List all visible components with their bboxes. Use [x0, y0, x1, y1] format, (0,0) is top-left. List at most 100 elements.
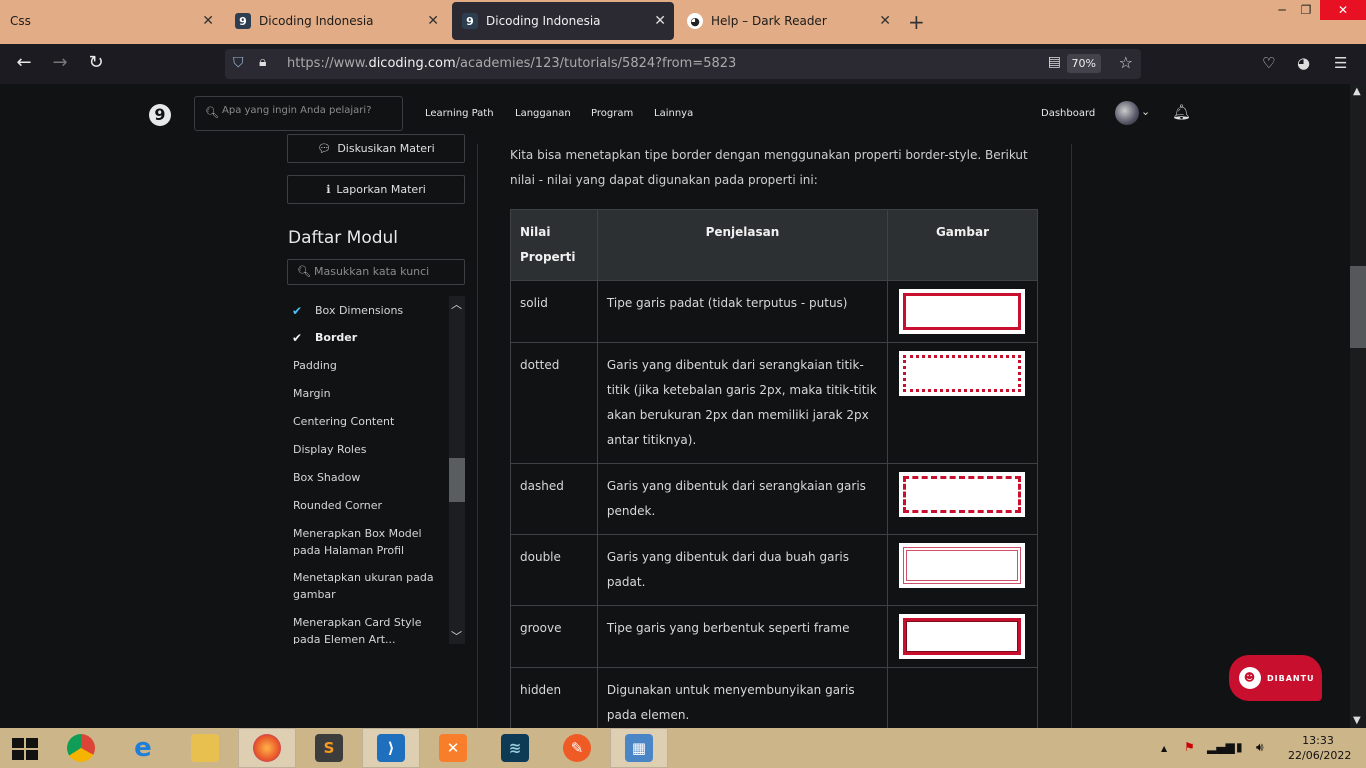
battery-icon[interactable]: ▮ — [1236, 740, 1243, 754]
scroll-down-icon[interactable]: ▼ — [1353, 715, 1361, 726]
tab-close-icon[interactable]: ✕ — [654, 13, 666, 29]
lock-icon[interactable]: 🔒︎ — [259, 54, 266, 70]
chevron-down-icon[interactable]: ﹀ — [451, 628, 462, 644]
sublime-text-icon: S — [315, 734, 343, 762]
nav-lainnya[interactable]: Lainnya — [654, 108, 693, 119]
windows-start-icon[interactable] — [12, 738, 38, 760]
restore-icon[interactable]: ❐ — [1292, 0, 1320, 20]
reload-icon[interactable]: ↻ — [84, 52, 108, 73]
module-item[interactable]: Box Dimensions — [315, 302, 449, 319]
module-item[interactable]: Rounded Corner — [293, 497, 443, 514]
scrollbar-thumb[interactable] — [449, 458, 465, 502]
bell-icon[interactable]: 🔔︎ — [1172, 103, 1191, 121]
network-error-icon[interactable]: ⚑ — [1184, 740, 1195, 754]
shield-icon[interactable]: ⛉ — [233, 55, 244, 71]
taskbar-edge[interactable]: e — [114, 728, 172, 768]
nav-dashboard[interactable]: Dashboard — [1041, 108, 1095, 119]
module-item[interactable]: Menetapkan ukuran pada gambar — [293, 569, 443, 603]
module-search-input[interactable] — [314, 265, 459, 278]
module-list-scrollbar[interactable]: ︿ ﹀ — [449, 296, 465, 644]
chevron-up-icon[interactable]: ︿ — [451, 296, 462, 312]
property-description: Garis yang dibentuk dari serangkaian gar… — [596, 463, 888, 535]
module-item[interactable]: Margin — [293, 385, 443, 402]
sample-cell — [886, 534, 1039, 606]
pocket-icon[interactable]: ♡ — [1262, 54, 1275, 72]
browser-tab-strip: Css ✕ 9 Dicoding Indonesia ✕ 9 Dicoding … — [0, 0, 1366, 44]
nav-langganan[interactable]: Langganan — [515, 108, 571, 119]
module-item[interactable]: Display Roles — [293, 441, 443, 458]
taskbar-control-panel[interactable]: ▦ — [610, 728, 668, 768]
taskbar-clock[interactable]: 13:33 22/06/2022 — [1288, 733, 1352, 763]
tab-close-icon[interactable]: ✕ — [202, 13, 214, 29]
window-close-icon[interactable]: ✕ — [1320, 0, 1366, 20]
dicoding-logo[interactable]: 9 — [149, 104, 171, 126]
site-search[interactable]: 🔍︎ — [194, 96, 403, 131]
clock-date: 22/06/2022 — [1288, 749, 1352, 762]
tab-dicoding-1[interactable]: 9 Dicoding Indonesia ✕ — [225, 2, 447, 40]
intro-paragraph: Kita bisa menetapkan tipe border dengan … — [510, 148, 1028, 187]
module-search[interactable]: 🔍︎ — [287, 259, 465, 285]
url-text[interactable]: https://www.dicoding.com/academies/123/t… — [287, 56, 736, 71]
taskbar-xampp[interactable]: ✕ — [424, 728, 482, 768]
taskbar-mysql[interactable]: ≋ — [486, 728, 544, 768]
page-scrollbar[interactable]: ▲ ▼ — [1350, 84, 1366, 728]
signal-icon[interactable]: ▂▄▆ — [1207, 740, 1235, 754]
chevron-down-icon[interactable]: ⌄ — [1141, 105, 1150, 118]
volume-icon[interactable]: 🔊︎ — [1256, 740, 1264, 755]
module-item[interactable]: Menerapkan Card Style pada Elemen Art... — [293, 614, 443, 644]
nav-program[interactable]: Program — [591, 108, 633, 119]
tab-dark-reader[interactable]: ◕ Help – Dark Reader ✕ — [677, 2, 899, 40]
zoom-level[interactable]: 70% — [1066, 54, 1101, 73]
module-item-current[interactable]: Border — [315, 329, 449, 346]
scroll-up-icon[interactable]: ▲ — [1353, 86, 1361, 97]
tab-close-icon[interactable]: ✕ — [879, 13, 891, 29]
discuss-button[interactable]: 💬︎ Diskusikan Materi — [287, 134, 465, 163]
bookmark-star-icon[interactable]: ☆ — [1119, 53, 1133, 72]
taskbar-sublime[interactable]: S — [300, 728, 358, 768]
comment-icon: 💬︎ — [317, 142, 332, 155]
dark-reader-extension-icon[interactable]: ◕ — [1297, 54, 1310, 72]
site-search-input[interactable] — [222, 105, 392, 116]
new-tab-button[interactable]: + — [908, 10, 925, 34]
border-sample-groove — [898, 614, 1025, 659]
search-icon: 🔍︎ — [297, 265, 311, 278]
back-icon[interactable]: ← — [12, 52, 36, 73]
module-item[interactable]: Menerapkan Box Model pada Halaman Profil — [293, 525, 443, 559]
property-value: dashed — [510, 463, 598, 535]
table-row: solid Tipe garis padat (tidak terputus -… — [510, 280, 1039, 343]
reader-view-icon[interactable]: ▤ — [1048, 54, 1061, 70]
dark-reader-icon: ◕ — [687, 13, 703, 29]
border-sample-dotted — [898, 351, 1025, 396]
url-bar[interactable]: ⛉ 🔒︎ https://www.dicoding.com/academies/… — [225, 49, 1141, 79]
page-scrollbar-thumb[interactable] — [1350, 266, 1366, 348]
help-button[interactable]: ☻ DIBANTU — [1229, 655, 1322, 701]
xampp-icon: ✕ — [439, 734, 467, 762]
avatar[interactable] — [1115, 101, 1139, 125]
tab-dicoding-active[interactable]: 9 Dicoding Indonesia ✕ — [452, 2, 674, 40]
tab-title: Dicoding Indonesia — [259, 14, 374, 28]
forward-icon[interactable]: → — [48, 52, 72, 73]
property-description: Tipe garis yang berbentuk seperti frame — [596, 605, 888, 668]
taskbar-vscode[interactable]: ⟩ — [362, 728, 420, 768]
check-icon: ✔ — [292, 304, 303, 318]
taskbar-chrome[interactable] — [52, 728, 110, 768]
taskbar-firefox[interactable] — [238, 728, 296, 768]
sample-cell — [886, 605, 1039, 668]
column-header-desc: Penjelasan — [596, 209, 888, 281]
tab-title: Help – Dark Reader — [711, 14, 827, 28]
taskbar-explorer[interactable] — [176, 728, 234, 768]
tray-expand-icon[interactable]: ▲ — [1161, 744, 1167, 753]
module-item[interactable]: Centering Content — [293, 413, 443, 430]
tab-close-icon[interactable]: ✕ — [427, 13, 439, 29]
taskbar-postman[interactable]: ✎ — [548, 728, 606, 768]
menu-icon[interactable]: ☰ — [1334, 54, 1347, 72]
site-header: 9 🔍︎ Learning Path Langganan Program Lai… — [0, 84, 1350, 144]
report-button[interactable]: ℹ Laporkan Materi — [287, 175, 465, 204]
chat-bot-icon: ☻ — [1239, 667, 1261, 689]
report-button-label: Laporkan Materi — [336, 183, 426, 196]
nav-learning-path[interactable]: Learning Path — [425, 108, 494, 119]
module-list: ✔ Box Dimensions ✔ Border Padding Margin… — [287, 296, 449, 644]
module-item[interactable]: Box Shadow — [293, 469, 443, 486]
module-item[interactable]: Padding — [293, 357, 443, 374]
tab-css[interactable]: Css ✕ — [0, 2, 222, 40]
